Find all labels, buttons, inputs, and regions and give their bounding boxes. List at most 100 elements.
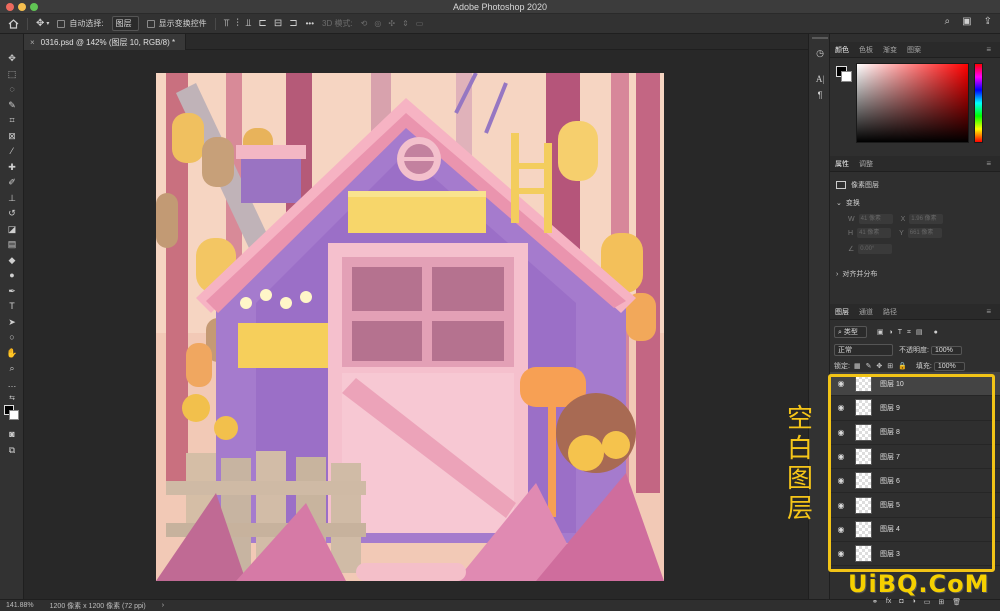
auto-select-dropdown[interactable]: 图层 (111, 16, 139, 31)
stamp-tool-icon[interactable]: ⊥ (5, 192, 19, 205)
new-layer-icon[interactable]: ⊞ (938, 598, 944, 606)
layer-filter-dropdown[interactable]: ⌕ 类型 (834, 326, 867, 338)
tab-channels[interactable]: 通道 (854, 307, 878, 317)
crop-tool-icon[interactable]: ⌗ (5, 114, 19, 127)
frame-tool-icon[interactable]: ⊠ (5, 130, 19, 143)
canvas-workspace[interactable] (24, 50, 808, 599)
align-right-icon[interactable]: ⊐ (289, 18, 297, 29)
search-icon[interactable]: ⌕ (945, 17, 951, 27)
align-vcenter-icon[interactable]: ⫶ (236, 18, 239, 29)
healing-brush-tool-icon[interactable]: ✚ (5, 161, 19, 174)
workspace-icon[interactable]: ▣ (962, 17, 971, 27)
layer-filter-icons[interactable]: ▣◑T⌗▤ (877, 328, 928, 337)
screen-mode-icon[interactable]: ⧉ (5, 444, 19, 457)
properties-panel-tabs: 属性 调整 ≡ (830, 156, 1000, 172)
more-tools-icon[interactable]: … (5, 378, 19, 391)
color-panel-tabs: 颜色 色板 渐变 图案 ≡ (830, 42, 1000, 58)
marquee-tool-icon[interactable]: ⬚ (5, 68, 19, 81)
panel-menu-icon[interactable]: ≡ (981, 45, 996, 54)
blur-tool-icon[interactable]: ◆ (5, 254, 19, 267)
width-field[interactable]: 41 像素 (858, 214, 893, 224)
dodge-tool-icon[interactable]: ● (5, 269, 19, 282)
x-field[interactable]: 1.96 像素 (909, 214, 944, 224)
height-field[interactable]: 41 像素 (857, 228, 892, 238)
tab-swatches[interactable]: 色板 (854, 45, 878, 55)
hand-tool-icon[interactable]: ✋ (5, 347, 19, 360)
fill-field[interactable]: 100% (933, 361, 965, 371)
align-hcenter-icon[interactable]: ⊟ (274, 18, 282, 29)
move-tool-icon[interactable]: ✥ (5, 52, 19, 65)
fx-icon[interactable]: fx (886, 598, 891, 606)
group-icon[interactable]: ▭ (924, 598, 931, 606)
tab-adjustments[interactable]: 调整 (854, 159, 878, 169)
character-panel-icon[interactable]: A| (814, 74, 826, 86)
tab-properties[interactable]: 属性 (830, 159, 854, 169)
rotate-3d-icon[interactable]: ⟲ (361, 19, 368, 28)
panel-menu-icon[interactable]: ≡ (981, 307, 996, 316)
tab-paths[interactable]: 路径 (878, 307, 902, 317)
slide-3d-icon[interactable]: ⇕ (402, 19, 409, 28)
document-info[interactable]: 1200 像素 x 1200 像素 (72 ppi) (50, 601, 146, 611)
paragraph-panel-icon[interactable]: ¶ (814, 90, 826, 102)
background-color-swatch[interactable] (841, 71, 852, 82)
close-icon[interactable]: × (30, 38, 35, 47)
auto-select-checkbox[interactable] (57, 19, 66, 28)
y-field[interactable]: 661 像素 (907, 228, 942, 238)
eraser-tool-icon[interactable]: ◪ (5, 223, 19, 236)
blend-mode-dropdown[interactable]: 正常 (834, 344, 893, 356)
lasso-tool-icon[interactable]: ◌ (5, 83, 19, 96)
opacity-field[interactable]: 100% (930, 345, 962, 355)
panel-menu-icon[interactable]: ≡ (981, 159, 996, 168)
pen-tool-icon[interactable]: ✒ (5, 285, 19, 298)
video-camera-icon[interactable]: ▭ (416, 19, 424, 28)
mask-icon[interactable]: ◘ (899, 598, 903, 606)
ellipse-tool-icon[interactable]: ○ (5, 331, 19, 344)
document-tab[interactable]: × 0316.psd @ 142% (图层 10, RGB/8) * (24, 34, 187, 50)
tab-gradients[interactable]: 渐变 (878, 45, 902, 55)
status-arrow-icon[interactable]: › (162, 602, 164, 609)
filter-toggle-icon[interactable]: ● (934, 329, 938, 336)
path-select-tool-icon[interactable]: ➤ (5, 316, 19, 329)
roll-3d-icon[interactable]: ◎ (374, 19, 381, 28)
pixel-layer-row: 像素图层 (836, 180, 879, 190)
more-options-button[interactable]: ••• (306, 19, 314, 28)
align-bottom-icon[interactable]: ⫫ (246, 18, 252, 29)
history-brush-tool-icon[interactable]: ↺ (5, 207, 19, 220)
eyedropper-tool-icon[interactable]: ⁄ (5, 145, 19, 158)
show-transform-checkbox[interactable] (146, 19, 155, 28)
home-button[interactable] (8, 18, 19, 29)
hue-slider[interactable] (974, 63, 983, 143)
auto-select-toggle[interactable]: 自动选择: (57, 18, 104, 29)
lock-icons[interactable]: ▦✎✥⊞🔒 (854, 362, 912, 370)
move-tool-preset[interactable]: ✥ ▾ (36, 18, 49, 29)
x-label: X (900, 215, 906, 223)
angle-field[interactable]: 0.00° (858, 244, 893, 254)
share-icon[interactable]: ⇪ (984, 17, 992, 27)
align-top-icon[interactable]: ⫪ (224, 18, 230, 29)
align-section[interactable]: › 对齐并分布 (836, 269, 877, 279)
tab-layers[interactable]: 图层 (830, 307, 854, 317)
link-layers-icon[interactable]: ⚭ (872, 598, 878, 606)
align-left-icon[interactable]: ⊏ (258, 18, 266, 29)
brush-tool-icon[interactable]: ✐ (5, 176, 19, 189)
history-panel-icon[interactable]: ◷ (814, 48, 826, 60)
transform-section[interactable]: ⌄ 变换 (836, 198, 860, 208)
zoom-level[interactable]: 141.88% (6, 602, 34, 609)
show-transform-toggle[interactable]: 显示变换控件 (146, 18, 207, 29)
color-picker-field[interactable] (856, 63, 969, 143)
quick-mask-icon[interactable]: ◙ (5, 428, 19, 441)
tab-patterns[interactable]: 图案 (902, 45, 926, 55)
drag-3d-icon[interactable]: ✣ (388, 19, 395, 28)
tab-color[interactable]: 颜色 (830, 45, 854, 55)
background-color-swatch[interactable] (9, 410, 19, 420)
document-canvas[interactable] (156, 73, 664, 581)
adjustment-layer-icon[interactable]: ◑ (912, 598, 916, 606)
trash-icon[interactable]: 🗑 (952, 598, 961, 606)
tools-panel: ✥ ⬚ ◌ ✎ ⌗ ⊠ ⁄ ✚ ✐ ⊥ ↺ ◪ ▤ ◆ ● ✒ T ➤ ○ ✋ … (0, 34, 24, 599)
quick-select-tool-icon[interactable]: ✎ (5, 99, 19, 112)
zoom-tool-icon[interactable]: ⌕ (5, 362, 19, 375)
type-tool-icon[interactable]: T (5, 300, 19, 313)
gradient-tool-icon[interactable]: ▤ (5, 238, 19, 251)
swap-colors-icon[interactable]: ⇆ (5, 392, 19, 405)
collapse-handle[interactable] (812, 37, 828, 39)
